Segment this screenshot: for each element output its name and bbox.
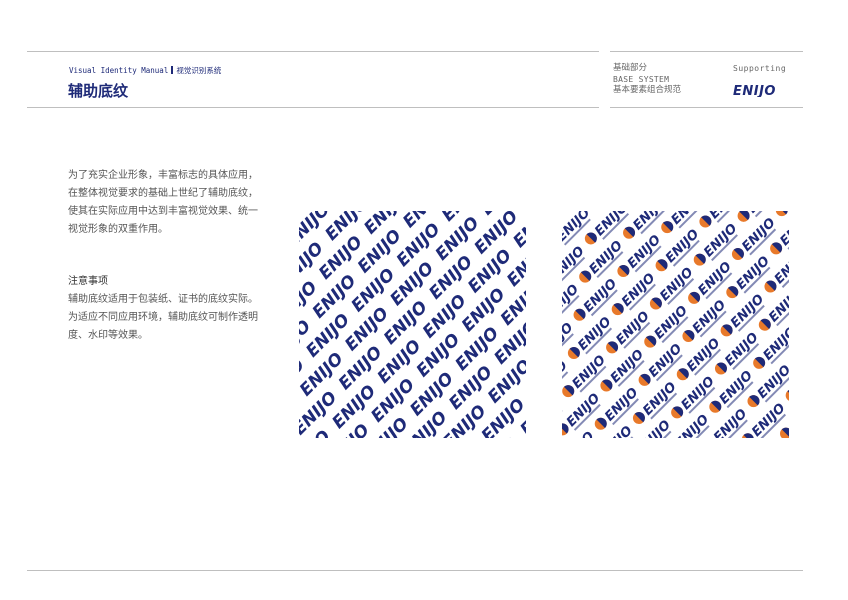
manual-label-en: Visual Identity Manual: [69, 66, 169, 75]
pattern-unit: ENIJO: [562, 358, 571, 399]
pattern-unit: ENIJO: [770, 211, 789, 255]
pattern-unit: ENIJO: [775, 211, 788, 217]
pattern-unit: ENIJO: [649, 265, 697, 310]
pattern-unit: ENIJO: [655, 227, 702, 272]
emblem-icon: [785, 389, 789, 402]
manual-label-cn: 视觉识别系统: [176, 66, 222, 75]
emblem-icon: [562, 211, 565, 212]
pattern-mono: ENIJO ENIJO ENIJO ENIJO ENIJO ENIJO ENIJO ENIJO…: [299, 211, 526, 438]
pattern-unit: ENIJO: [617, 232, 664, 277]
pattern-unit: ENIJO: [682, 297, 729, 343]
header-rule-left: [27, 107, 599, 108]
header-rule-right: [610, 107, 803, 108]
notes-line: 度、水印等效果。: [68, 330, 148, 341]
intro-line: 为了充实企业形象，丰富标志的具体应用，: [68, 170, 258, 181]
pattern-unit: ENIJO: [573, 276, 620, 321]
page-title: 辅助底纹: [68, 82, 129, 100]
pattern-unit: ENIJO: [611, 271, 658, 316]
pattern-unit: ENIJO: [562, 353, 609, 398]
pattern-unit: ENIJO: [638, 341, 685, 386]
pattern-unit: ENIJO: [676, 336, 723, 381]
section-en: BASE SYSTEM: [613, 75, 670, 84]
pattern-color: ENIJO ENIJO ENIJO ENIJO ENIJO ENIJO ENIJO ENIJO…: [562, 211, 789, 438]
enijo-logo: ENIJO: [733, 82, 789, 101]
separator-bar: [171, 66, 174, 74]
pattern-unit: ENIJO: [726, 254, 773, 299]
pattern-unit: ENIJO: [606, 309, 653, 354]
top-rule-left: [27, 51, 599, 52]
pattern-unit: ENIJO: [597, 423, 636, 438]
pattern-unit: ENIJO: [644, 303, 691, 348]
pattern-unit: ENIJO: [720, 292, 767, 337]
supporting-label: Supporting: [733, 64, 787, 73]
notes-line: 辅助底纹适用于包装纸、证书的底纹实际。: [68, 294, 258, 305]
intro-line: 在整体视觉要求的基础上世纪了辅助底纹，: [68, 188, 258, 199]
pattern-unit: ENIJO: [671, 374, 718, 419]
bottom-rule: [27, 570, 803, 571]
pattern-unit: ENIJO: [579, 238, 626, 283]
intro-line: 视觉形象的双重作用。: [68, 224, 168, 235]
manual-label: Visual Identity Manual 视觉识别系统: [69, 65, 221, 76]
pattern-unit: ENIJO: [562, 391, 603, 436]
pattern-unit: ENIJO: [693, 221, 740, 266]
pattern-unit: ENIJO: [714, 330, 762, 375]
pattern-unit: ENIJO: [600, 347, 647, 392]
pattern-unit: ENIJO: [632, 380, 680, 425]
intro-text: 为了充实企业形象，丰富标志的具体应用， 在整体视觉要求的基础上世纪了辅助底纹， …: [68, 167, 268, 239]
svg-text:ENIJO: ENIJO: [733, 84, 776, 97]
pattern-unit: ENIJO: [567, 314, 615, 359]
intro-line: 使其在实际应用中达到丰富视觉效果、统一: [68, 206, 258, 217]
notes-line: 为适应不同应用环境，辅助底纹可制作透明: [68, 312, 258, 323]
pattern-unit: ENIJO: [731, 215, 779, 260]
notes-section: 注意事项 辅助底纹适用于包装纸、证书的底纹实际。 为适应不同应用环境，辅助底纹可…: [68, 273, 258, 345]
pattern-unit: ENIJO: [594, 385, 641, 430]
top-rule-right: [610, 51, 803, 52]
pattern-unit: ENIJO: [709, 368, 756, 413]
notes-heading: 注意事项: [68, 276, 108, 287]
section-sub: 基本要素组合规范: [613, 85, 682, 95]
section-cn: 基础部分: [613, 63, 648, 73]
pattern-word: ENIJO: [516, 211, 526, 213]
pattern-unit: ENIJO: [688, 259, 735, 304]
section-info: 基础部分 BASE SYSTEM 基本要素组合规范: [613, 63, 681, 96]
pattern-unit: ENIJO: [747, 363, 789, 408]
pattern-unit: ENIJO: [764, 248, 789, 293]
